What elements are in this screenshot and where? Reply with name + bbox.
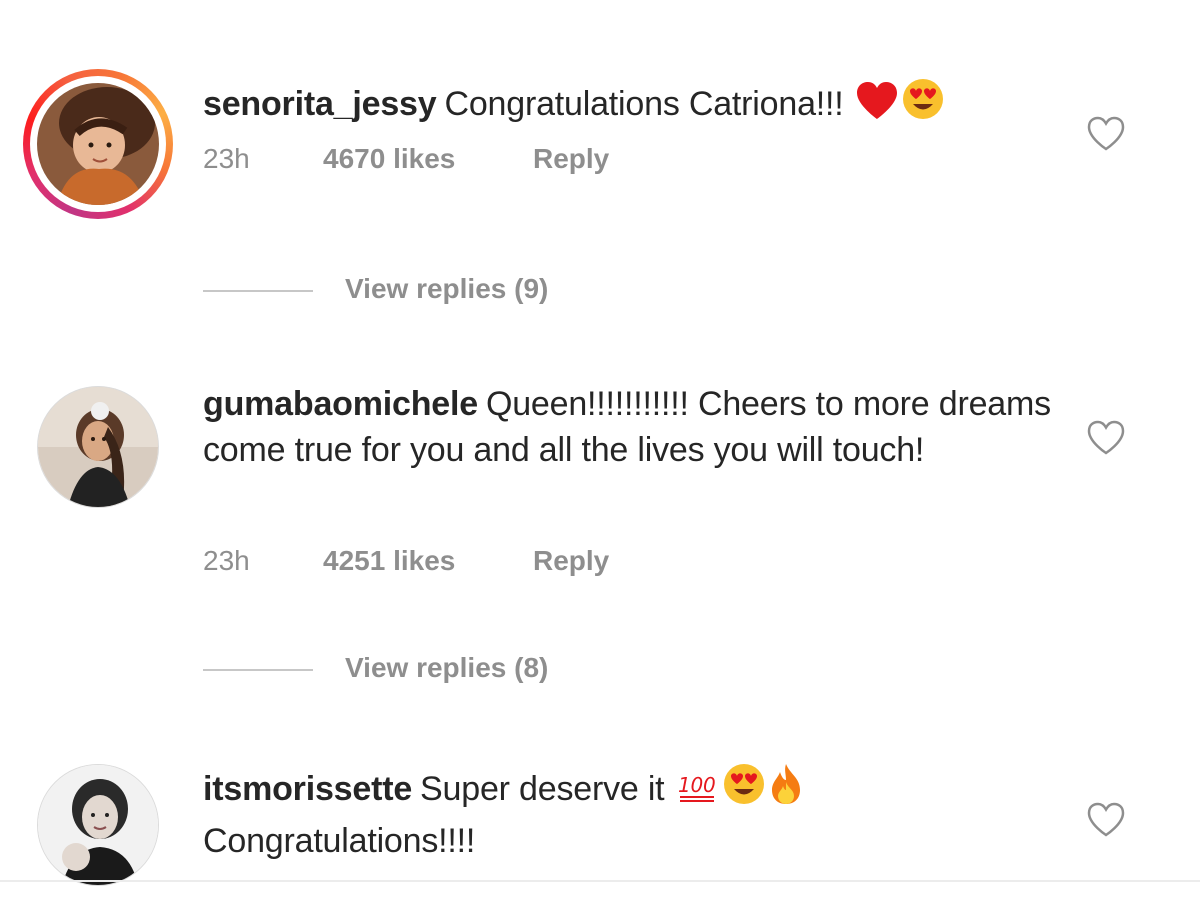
heart-eyes-emoji bbox=[722, 762, 766, 818]
comment-text: Super deserve it bbox=[420, 770, 665, 808]
bottom-divider bbox=[0, 880, 1200, 882]
avatar bbox=[37, 83, 159, 205]
comment-meta: 23h 4670 likes Reply bbox=[203, 143, 609, 175]
comment-body: itsmorissette Super deserve it 100 Congra… bbox=[203, 762, 1063, 864]
comment-item: itsmorissette Super deserve it 100 Congra… bbox=[0, 740, 1200, 890]
svg-text:100: 100 bbox=[678, 773, 716, 797]
comment-text: Congratulations!!!! bbox=[203, 822, 476, 860]
like-heart-icon[interactable] bbox=[1086, 116, 1126, 152]
avatar[interactable] bbox=[37, 386, 159, 508]
comment-time: 23h bbox=[203, 545, 250, 576]
reply-button[interactable]: Reply bbox=[533, 545, 609, 577]
comment-item: senorita_jessy Congratulations Catriona!!… bbox=[0, 0, 1200, 340]
comment-username[interactable]: gumabaomichele bbox=[203, 385, 478, 423]
comment-likes[interactable]: 4251 likes bbox=[323, 545, 533, 577]
avatar-story-ring[interactable] bbox=[23, 69, 173, 219]
divider-line bbox=[203, 289, 313, 292]
view-replies-label: View replies (9) bbox=[345, 273, 549, 304]
comment-body: gumabaomichele Queen!!!!!!!!!!! Cheers to… bbox=[203, 381, 1053, 473]
comment-item: gumabaomichele Queen!!!!!!!!!!! Cheers to… bbox=[0, 340, 1200, 700]
view-replies-button[interactable]: View replies (9) bbox=[203, 273, 548, 305]
comment-meta: 23h 4251 likes Reply bbox=[203, 545, 609, 577]
comment-text: Congratulations Catriona!!! bbox=[444, 85, 844, 123]
comment-username[interactable]: senorita_jessy bbox=[203, 85, 437, 123]
avatar[interactable] bbox=[37, 764, 159, 886]
divider-line bbox=[203, 668, 313, 671]
fire-emoji bbox=[768, 762, 804, 818]
like-heart-icon[interactable] bbox=[1086, 420, 1126, 456]
view-replies-label: View replies (8) bbox=[345, 652, 549, 683]
view-replies-button[interactable]: View replies (8) bbox=[203, 652, 548, 684]
comment-username[interactable]: itsmorissette bbox=[203, 770, 412, 808]
like-heart-icon[interactable] bbox=[1086, 802, 1126, 838]
heart-emoji bbox=[855, 81, 899, 133]
comment-time: 23h bbox=[203, 143, 250, 174]
hundred-points-emoji: 100 bbox=[676, 766, 720, 818]
comment-likes[interactable]: 4670 likes bbox=[323, 143, 533, 175]
comment-body: senorita_jessy Congratulations Catriona!!… bbox=[203, 77, 1063, 133]
reply-button[interactable]: Reply bbox=[533, 143, 609, 175]
heart-eyes-emoji bbox=[901, 77, 945, 133]
